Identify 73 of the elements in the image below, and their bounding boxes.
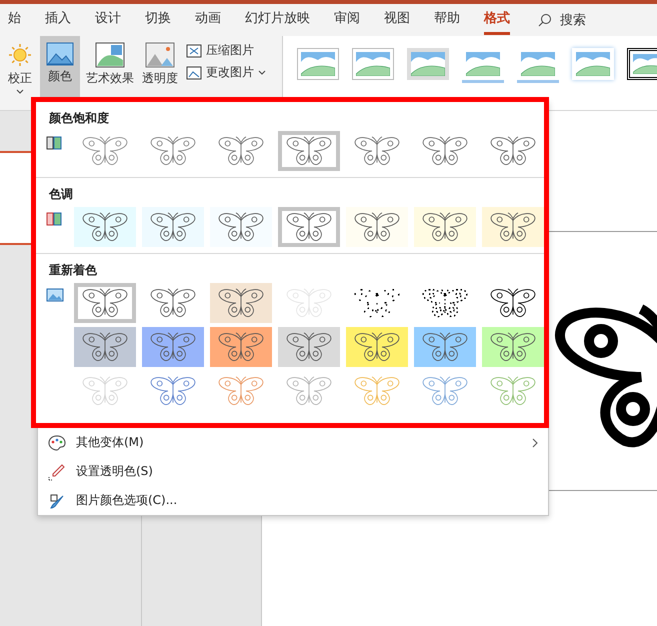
landscape-icon — [466, 52, 500, 76]
color-option[interactable] — [142, 327, 204, 367]
ribbon-tab[interactable]: 设计 — [95, 5, 121, 35]
picture-icon — [46, 42, 74, 66]
section-heading: 重新着色 — [48, 262, 98, 279]
picture-icon — [186, 44, 202, 58]
color-option[interactable] — [278, 131, 340, 171]
ribbon-tab[interactable]: 帮助 — [434, 5, 460, 35]
butterfly-icon — [80, 210, 130, 244]
color-option[interactable] — [74, 327, 136, 367]
landscape-icon — [521, 52, 555, 76]
ribbon-button[interactable]: 压缩图片 — [184, 41, 268, 60]
ribbon-tab[interactable]: 切换 — [145, 5, 171, 35]
landscape-icon — [411, 52, 445, 76]
color-option[interactable] — [210, 327, 272, 367]
menu-item[interactable]: 图片颜色选项(C)... — [38, 486, 548, 515]
butterfly-icon — [284, 330, 334, 364]
color-option[interactable] — [74, 207, 136, 247]
ribbon-button[interactable]: 更改图片 — [184, 63, 268, 82]
picture-icon — [186, 66, 202, 80]
color-option[interactable] — [278, 327, 340, 367]
color-option[interactable] — [346, 327, 408, 367]
butterfly-icon — [488, 210, 538, 244]
color-option[interactable] — [482, 327, 544, 367]
color-option[interactable] — [346, 207, 408, 247]
section-heading: 颜色饱和度 — [48, 110, 110, 127]
butterfly-icon — [420, 330, 470, 364]
landscape-icon — [576, 52, 610, 76]
ribbon-tab[interactable]: 视图 — [384, 5, 410, 35]
landscape-icon — [301, 52, 335, 76]
color-option[interactable] — [278, 207, 340, 247]
ribbon-tab[interactable]: 审阅 — [334, 5, 360, 35]
butterfly-icon — [80, 330, 130, 364]
color-option[interactable] — [74, 283, 136, 323]
butterfly-icon — [148, 330, 198, 364]
art-picture-icon — [95, 42, 125, 68]
color-option[interactable] — [414, 207, 476, 247]
picture-style-option[interactable] — [627, 48, 657, 80]
menu-item[interactable]: 设置透明色(S) — [38, 457, 548, 486]
butterfly-icon — [284, 210, 334, 244]
ribbon-tab[interactable]: 幻灯片放映 — [245, 5, 310, 35]
butterfly-icon — [352, 330, 402, 364]
butterfly-icon — [216, 210, 266, 244]
search-button[interactable]: 搜索 — [532, 10, 592, 30]
landscape-icon — [356, 52, 390, 76]
ribbon-button[interactable]: 校正 — [0, 36, 40, 110]
butterfly-icon — [216, 330, 266, 364]
ribbon-tab[interactable]: 插入 — [45, 5, 71, 35]
picture-icon — [46, 288, 64, 302]
butterfly-icon — [352, 210, 402, 244]
menu-item[interactable]: 其他变体(M) — [38, 428, 548, 457]
ribbon-tab[interactable]: 始 — [8, 5, 21, 35]
butterfly-icon — [488, 330, 538, 364]
color-option[interactable] — [210, 207, 272, 247]
transparency-icon — [145, 42, 175, 68]
search-icon — [538, 13, 552, 27]
color-option[interactable] — [142, 207, 204, 247]
color-option[interactable] — [414, 327, 476, 367]
butterfly-icon — [148, 286, 198, 320]
butterfly-icon — [80, 286, 130, 320]
section-heading: 色调 — [48, 186, 74, 203]
saturation-icon — [46, 136, 62, 150]
tone-icon — [46, 212, 62, 226]
sun-icon — [7, 42, 33, 68]
butterfly-icon — [216, 286, 266, 320]
color-option[interactable] — [482, 207, 544, 247]
brush-icon — [48, 492, 66, 510]
color-option[interactable] — [210, 283, 272, 323]
butterfly-icon — [148, 210, 198, 244]
palette-icon — [48, 434, 66, 450]
ribbon-tab[interactable]: 动画 — [195, 5, 221, 35]
pen-icon — [48, 462, 66, 480]
butterfly-icon — [420, 210, 470, 244]
